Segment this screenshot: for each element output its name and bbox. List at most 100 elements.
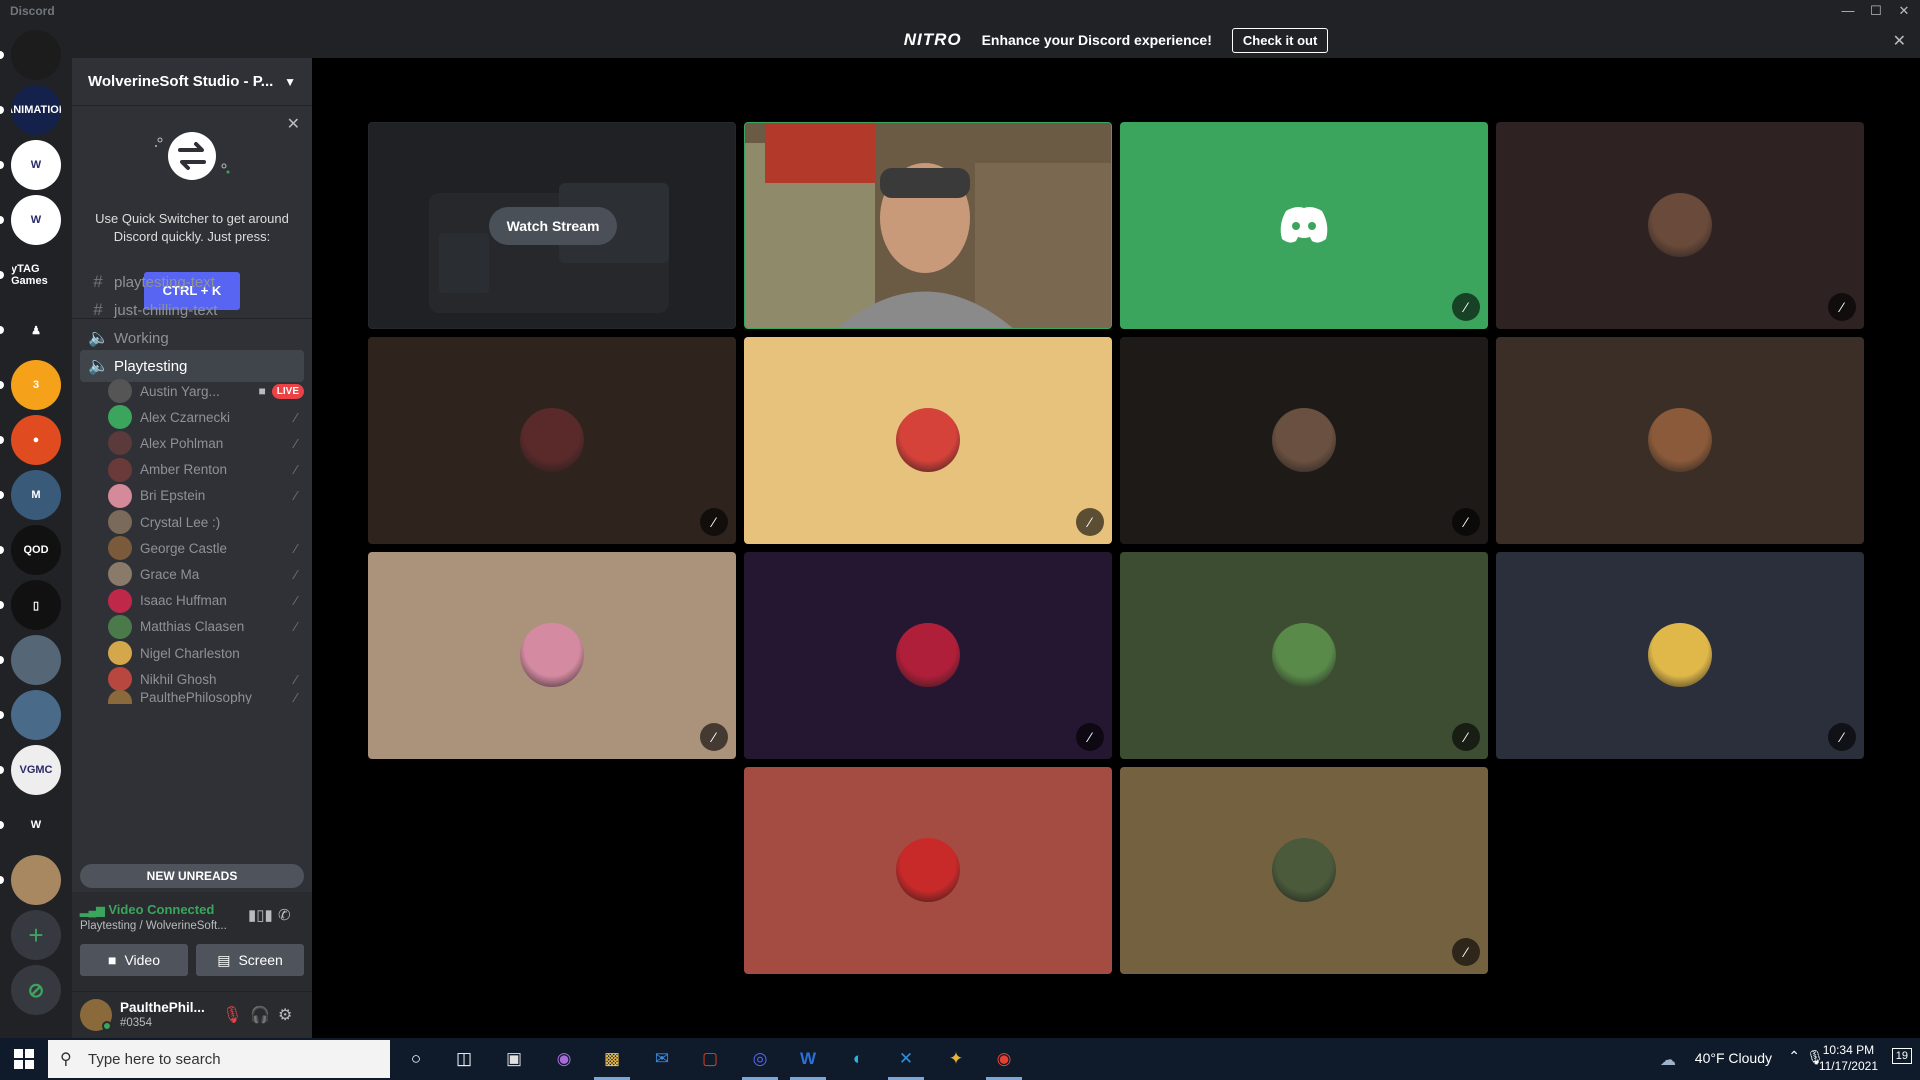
avatar [108,562,132,587]
avatar [108,588,132,613]
server-icon-ytag-games[interactable]: yTAG Games [11,250,61,300]
server-icon-photo-2[interactable] [11,855,61,905]
server-icon-michigan[interactable]: M [11,470,61,520]
video-tile-avatar[interactable]: ⁄ [744,337,1112,544]
video-tile-avatar[interactable]: ⁄ [1496,122,1864,329]
mail-icon[interactable]: ✉ [638,1038,686,1080]
server-icon-fire[interactable]: 3 [11,360,61,410]
muted-mic-icon: ⁄ [1452,508,1480,536]
maximize-button[interactable]: ☐ [1862,1,1890,21]
disconnect-icon[interactable]: ✆ [278,906,291,924]
weather-text[interactable]: 40°F Cloudy [1695,1050,1772,1066]
check-it-out-button[interactable]: Check it out [1231,27,1329,53]
video-button[interactable]: ■ Video [80,944,188,976]
close-window-button[interactable]: ✕ [1890,1,1918,21]
video-tile-avatar[interactable]: ⁄ [368,552,736,759]
signal-icon: ▂▄▆ [80,905,105,917]
voice-user-name: Nikhil Ghosh [140,671,217,687]
guild-name: WolverineSoft Studio - P... [88,73,274,90]
chevron-up-icon[interactable]: ⌃ [1788,1048,1800,1065]
search-placeholder: Type here to search [88,1050,221,1068]
store-icon[interactable]: ▣ [490,1038,538,1080]
minimize-button[interactable]: — [1834,1,1862,21]
new-unreads-button[interactable]: NEW UNREADS [80,864,304,888]
explore-servers-icon[interactable]: ⊘ [11,965,61,1015]
file-explorer-icon[interactable]: ▩ [588,1038,636,1080]
video-tile-avatar[interactable] [1496,337,1864,544]
clock[interactable]: 10:34 PM 11/17/2021 [1819,1042,1878,1074]
video-tile-avatar[interactable]: ⁄ [1120,337,1488,544]
taskbar-search[interactable]: ⚲ Type here to search [48,1040,390,1078]
server-icon-pixel[interactable]: QOD [11,525,61,575]
notification-center-icon[interactable]: 19 [1891,1048,1912,1064]
noise-suppression-icon[interactable]: ▮▯▮ [248,906,273,924]
video-tile-avatar[interactable]: ⁄ [368,337,736,544]
server-icon-frame[interactable]: ▯ [11,580,61,630]
video-tile-avatar[interactable]: ⁄ [1120,552,1488,759]
avatar [108,614,132,639]
connection-status[interactable]: ▂▄▆ Video Connected [80,902,214,917]
github-icon[interactable]: ◉ [540,1038,588,1080]
video-grid: Watch Stream ⁄ ⁄ ⁄ ⁄ ⁄ ⁄ ⁄ ⁄ ⁄ ⁄ [312,58,1920,1038]
video-tile-avatar[interactable]: ⁄ [744,552,1112,759]
server-icon-chess[interactable]: ♟ [11,305,61,355]
clock-time: 10:34 PM [1822,1043,1875,1057]
switch-arrows-icon [155,132,230,180]
server-unread-pip [0,656,4,664]
edge-icon[interactable]: ◐ [834,1038,882,1080]
guild-header[interactable]: WolverineSoft Studio - P... ▼ [72,58,312,106]
user-tag: #0354 [120,1017,152,1029]
screen-share-icon: ▤ [217,951,231,968]
server-icon-mountain[interactable] [11,690,61,740]
server-icon-server-1[interactable] [11,30,61,80]
voice-user-name: Bri Epstein [140,488,206,504]
cortana-icon[interactable]: ○ [392,1038,440,1080]
vscode-icon[interactable]: ✕ [882,1038,930,1080]
server-icon-w-blue[interactable]: W [11,800,61,850]
windows-start-icon[interactable] [14,1049,34,1069]
nitro-message: Enhance your Discord experience! [981,32,1212,48]
video-tile-stream[interactable]: Watch Stream [368,122,736,329]
slack-icon[interactable]: ✦ [932,1038,980,1080]
add-server-icon[interactable]: + [11,910,61,960]
voice-user-name: Nigel Charleston [140,645,240,661]
channel-name: just-chilling-text [114,301,218,319]
app-title: Discord [10,4,55,18]
gear-icon[interactable]: ⚙ [278,1005,292,1025]
video-tile-discord[interactable]: ⁄ [1120,122,1488,329]
video-tile-avatar[interactable] [744,767,1112,974]
close-banner-icon[interactable]: ✕ [1893,31,1906,51]
video-tile-avatar[interactable]: ⁄ [1496,552,1864,759]
watch-stream-button[interactable]: Watch Stream [489,207,617,245]
muted-mic-icon: ⁄ [700,723,728,751]
video-tile-avatar[interactable]: ⁄ [1120,767,1488,974]
task-view-icon[interactable]: ◫ [440,1038,488,1080]
server-icon-photo[interactable] [11,635,61,685]
headphones-icon[interactable]: 🎧 [250,1005,270,1025]
screen-share-button[interactable]: ▤ Screen [196,944,304,976]
discord-logo-icon [1272,193,1336,257]
server-icon-animation-club[interactable]: ANIMATION [11,85,61,135]
mute-mic-icon[interactable]: 🎙 [222,1005,242,1025]
muted-mic-icon: ⁄ [1076,723,1104,751]
close-icon[interactable]: ✕ [287,114,300,134]
server-rail: ANIMATIONWWyTAG Games♟3●MQOD▯VGMCW+⊘ [0,22,72,1038]
webcam-feed [745,123,1111,328]
word-icon[interactable]: W [784,1038,832,1080]
online-status-icon [102,1021,112,1031]
discord-taskbar-icon[interactable]: ◎ [736,1038,784,1080]
video-tile-camera[interactable] [744,122,1112,329]
office-icon[interactable]: ▢ [686,1038,734,1080]
muted-mic-icon: ⁄ [1452,938,1480,966]
connection-channel[interactable]: Playtesting / WolverineSoft... [80,920,227,932]
server-icon-wolverinesoft-1[interactable]: W [11,140,61,190]
voice-user-name: Isaac Huffman [140,593,227,609]
participant-avatar [1648,623,1712,687]
server-icon-pizza[interactable]: ● [11,415,61,465]
voice-user-name: Austin Yarg... [140,383,220,399]
chrome-icon[interactable]: ◉ [980,1038,1028,1080]
hashtag-icon: # [93,272,103,291]
server-icon-wolverinesoft-2[interactable]: W [11,195,61,245]
server-icon-vgmc[interactable]: VGMC [11,745,61,795]
voice-user-item[interactable]: PaulthePhilosophy ⁄ [108,690,304,705]
